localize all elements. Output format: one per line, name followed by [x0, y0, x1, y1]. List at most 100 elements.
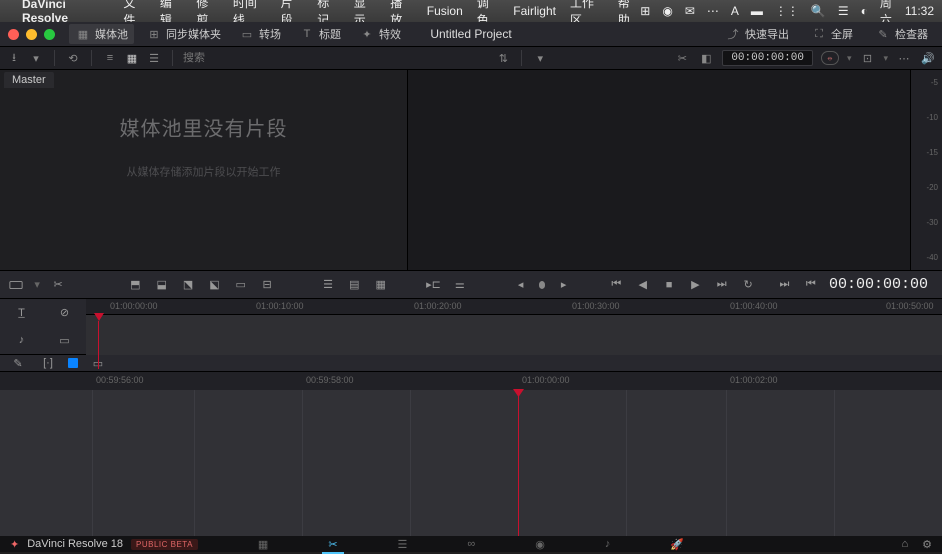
lower-ruler[interactable]: 00:59:56:00 00:59:58:00 01:00:00:00 01:0… — [0, 372, 942, 390]
clock-time[interactable]: 11:32 — [905, 4, 934, 18]
track-lock-icon[interactable]: T̲ — [12, 303, 32, 323]
fullscreen-button[interactable]: ⛶ 全屏 — [805, 24, 859, 44]
sliders-icon[interactable]: ⚌ — [452, 275, 468, 295]
append-icon[interactable]: ⬓ — [154, 275, 170, 295]
snap-toggle[interactable] — [68, 358, 78, 368]
scissors-icon[interactable]: ✂ — [50, 275, 66, 295]
view-list-icon[interactable]: ☰ — [146, 50, 162, 66]
meter-tick: -15 — [926, 148, 938, 157]
ruler-tick: 01:00:20:00 — [414, 301, 462, 311]
project-title: Untitled Project — [430, 27, 511, 41]
control-center-icon[interactable]: ☰ — [838, 4, 849, 18]
page-fusion-icon[interactable]: ∞ — [467, 538, 475, 550]
go-end-icon[interactable]: ⏭ — [714, 275, 730, 295]
page-deliver-icon[interactable]: 🚀 — [670, 538, 684, 551]
tab-mediapool[interactable]: ▦ 媒体池 — [69, 24, 134, 44]
spotlight-icon[interactable]: 🔍 — [811, 4, 826, 18]
volume-icon[interactable]: 🔊 — [920, 50, 936, 66]
view-thumb-icon[interactable]: ▦ — [124, 50, 140, 66]
bracket-icon[interactable]: [·] — [38, 353, 58, 373]
page-cut-icon[interactable]: ✂ — [328, 538, 337, 551]
bypass-button[interactable]: ⦵ — [821, 51, 839, 65]
menu-fusion[interactable]: Fusion — [427, 4, 463, 18]
audio-track-icon[interactable]: ♪ — [12, 330, 32, 350]
source-ovr-icon[interactable]: ⊟ — [259, 275, 275, 295]
video-track-icon[interactable]: ▭ — [55, 330, 75, 350]
wechat-icon[interactable]: ✉ — [685, 4, 695, 18]
tab-effects[interactable]: ✦ 特效 — [353, 24, 407, 44]
page-color-icon[interactable]: ◉ — [535, 538, 545, 551]
tool-c-icon[interactable]: ▦ — [373, 275, 389, 295]
upper-timeline-track[interactable]: 01:00:00:00 01:00:10:00 01:00:20:00 01:0… — [86, 299, 942, 354]
upper-ruler[interactable]: 01:00:00:00 01:00:10:00 01:00:20:00 01:0… — [86, 299, 942, 315]
options-icon[interactable]: ⋯ — [896, 50, 912, 66]
input-icon[interactable]: A — [731, 4, 739, 18]
upper-playhead[interactable] — [94, 313, 104, 369]
inspector-button[interactable]: ✎ 检查器 — [869, 24, 934, 44]
menu-fairlight[interactable]: Fairlight — [513, 4, 556, 18]
status-dot-icon[interactable]: ⋯ — [707, 4, 719, 18]
sync-icon[interactable]: ⟲ — [65, 50, 81, 66]
loop-icon[interactable]: ↻ — [740, 275, 756, 295]
go-start-icon[interactable]: ⏮ — [608, 275, 624, 295]
minimize-button[interactable] — [26, 29, 37, 40]
stop-icon[interactable]: ■ — [661, 275, 677, 295]
page-fairlight-icon[interactable]: ♪ — [605, 538, 611, 550]
ripple-icon[interactable]: ⬔ — [180, 275, 196, 295]
tool-b-icon[interactable]: ▤ — [346, 275, 362, 295]
tab-transitions-label: 转场 — [259, 26, 281, 42]
search-input[interactable] — [183, 52, 325, 64]
safe-area-icon[interactable]: ⊡ — [859, 50, 875, 66]
pool-toolbar: ⭳ ▾ ⟲ ≡ ▦ ☰ ⇅ ▾ ✂ ◧ 00:00:00:00 ⦵ ▾ ⊡ ▾ … — [0, 46, 942, 70]
smart-insert-icon[interactable]: ⬒ — [127, 275, 143, 295]
record-icon[interactable] — [539, 281, 546, 289]
lower-playhead[interactable] — [518, 390, 519, 536]
next-edit-icon[interactable]: ▸ — [555, 275, 571, 295]
timeline-dropdown-icon[interactable]: ▾ — [532, 50, 548, 66]
master-timecode[interactable]: 00:00:00:00 — [829, 276, 934, 293]
tools-icon[interactable]: ✂ — [674, 50, 690, 66]
view-strip-icon[interactable]: ≡ — [102, 50, 118, 66]
lower-timeline-track[interactable] — [0, 390, 942, 536]
quick-export-label: 快速导出 — [745, 26, 789, 42]
tab-syncbin[interactable]: ⊞ 同步媒体夹 — [140, 24, 227, 44]
titles-icon: T — [299, 26, 315, 42]
tool-a-icon[interactable]: ☰ — [320, 275, 336, 295]
jump-out-icon[interactable]: ⏮ — [803, 275, 819, 295]
page-media-icon[interactable]: ▦ — [258, 538, 268, 551]
tab-transitions[interactable]: ▭ 转场 — [233, 24, 287, 44]
settings-icon[interactable]: ⚙ — [922, 538, 932, 551]
viewer-panel[interactable] — [408, 70, 910, 270]
close-button[interactable] — [8, 29, 19, 40]
jump-in-icon[interactable]: ⏭ — [776, 275, 792, 295]
tab-effects-label: 特效 — [379, 26, 401, 42]
ruler-tick: 01:00:00:00 — [522, 375, 570, 385]
bin-master[interactable]: Master — [4, 72, 54, 88]
viewer-timecode[interactable]: 00:00:00:00 — [722, 50, 813, 66]
boring-detector-icon[interactable] — [8, 275, 24, 295]
trim-mode-icon[interactable]: ▸⊏ — [425, 275, 441, 295]
place-icon[interactable]: ▭ — [233, 275, 249, 295]
page-edit-icon[interactable]: ☰ — [398, 538, 408, 551]
dropdown-icon[interactable]: ▾ — [28, 50, 44, 66]
reverse-icon[interactable]: ◀ — [635, 275, 651, 295]
macos-menubar: DaVinci Resolve 文件 编辑 修剪 时间线 片段 标记 显示 播放… — [0, 0, 942, 22]
sort-icon[interactable]: ⇅ — [495, 50, 511, 66]
quick-export-button[interactable]: ⤴ 快速导出 — [719, 24, 795, 44]
prev-edit-icon[interactable]: ◂ — [513, 275, 529, 295]
edit-index-icon[interactable]: ✎ — [8, 353, 28, 373]
play-icon[interactable]: ▶ — [687, 275, 703, 295]
status-icon[interactable]: ⊞ — [640, 4, 650, 18]
tab-titles[interactable]: T 标题 — [293, 24, 347, 44]
track-mute-icon[interactable]: ⊘ — [55, 303, 75, 323]
closeup-icon[interactable]: ⬕ — [206, 275, 222, 295]
tab-titles-label: 标题 — [319, 26, 341, 42]
wifi-icon[interactable]: ⋮⋮ — [775, 4, 799, 18]
zoom-button[interactable] — [44, 29, 55, 40]
siri-icon[interactable]: ◐ — [861, 4, 868, 18]
home-icon[interactable]: ⌂ — [901, 538, 908, 551]
battery-icon[interactable]: ▬ — [751, 4, 763, 18]
status-icon[interactable]: ◉ — [662, 4, 672, 18]
import-icon[interactable]: ⭳ — [6, 50, 22, 66]
marker-icon[interactable]: ◧ — [698, 50, 714, 66]
